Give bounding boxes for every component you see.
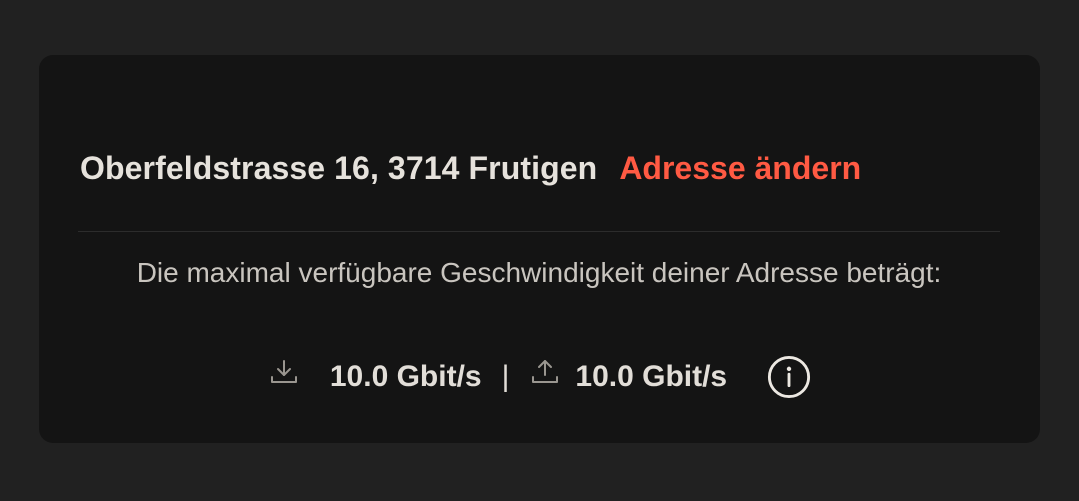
speed-row: 10.0 Gbit/s | 10.0 Gbit/s <box>39 351 1040 403</box>
change-address-link[interactable]: Adresse ändern <box>619 150 861 187</box>
address-text: Oberfeldstrasse 16, 3714 Frutigen <box>80 149 598 186</box>
download-icon <box>268 356 300 388</box>
availability-text: Die maximal verfügbare Geschwindigkeit d… <box>136 257 942 288</box>
upload-speed: 10.0 Gbit/s <box>575 360 728 393</box>
address-row: Oberfeldstrasse 16, 3714 Frutigen Adress… <box>80 146 861 190</box>
speed-separator: | <box>501 360 510 393</box>
address-availability-card: Oberfeldstrasse 16, 3714 Frutigen Adress… <box>39 55 1040 443</box>
info-icon[interactable] <box>767 355 811 399</box>
download-speed: 10.0 Gbit/s <box>329 360 482 393</box>
divider <box>78 231 1000 232</box>
upload-icon <box>529 356 561 388</box>
